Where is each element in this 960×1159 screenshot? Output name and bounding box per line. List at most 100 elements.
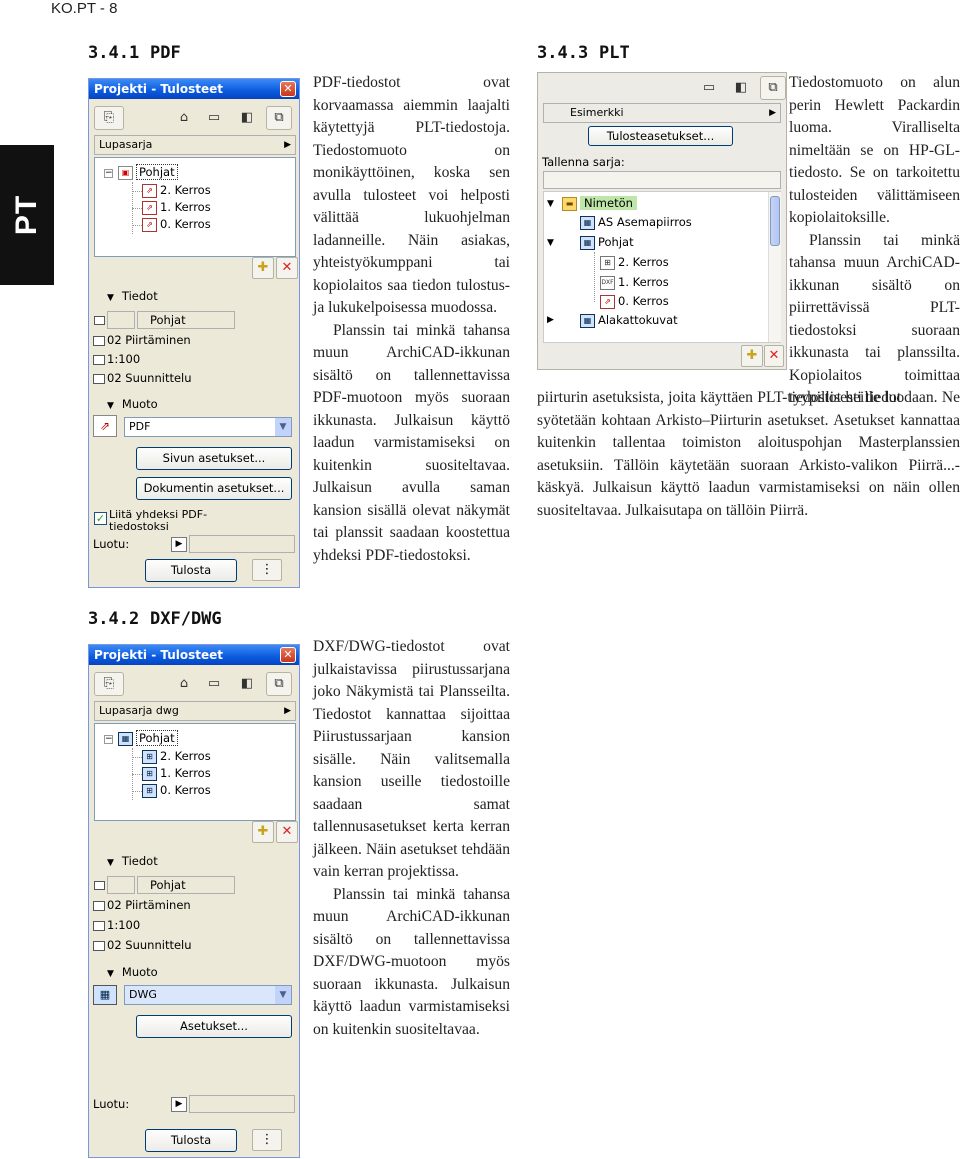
layout-icon[interactable]: ◧: [234, 106, 260, 130]
triangle-down-icon[interactable]: ▼: [547, 199, 554, 209]
collapse-icon[interactable]: −: [104, 735, 113, 744]
scale-row[interactable]: 1:100: [93, 916, 140, 934]
scrollbar-thumb[interactable]: [770, 196, 780, 246]
created-field: [189, 535, 295, 553]
tiedot-label[interactable]: ▼ Tiedot: [107, 289, 158, 303]
plt-section-text-bottom: piirturin asetuksista, joita käyttäen PL…: [537, 387, 960, 522]
tree-item[interactable]: ▦ AS Asemapiirros: [580, 214, 692, 231]
tiedot-label[interactable]: ▼ Tiedot: [107, 854, 158, 868]
document-setup-button[interactable]: Dokumentin asetukset...: [136, 477, 292, 500]
folder-icon[interactable]: ▭: [201, 672, 227, 696]
tree-item[interactable]: ⇗ 2. Kerros: [142, 182, 211, 199]
tree-item-root[interactable]: ▣ Pohjat: [118, 164, 178, 181]
print-setup-button[interactable]: Tulosteasetukset...: [588, 126, 733, 146]
plt-section-number: 3.4.3: [537, 43, 589, 63]
tree-item[interactable]: ⊞ 0. Kerros: [142, 782, 211, 799]
layer-row[interactable]: 02 Piirtäminen: [93, 331, 191, 349]
merge-checkbox[interactable]: ✓: [94, 512, 107, 525]
publisher-set-dropdown[interactable]: Lupasarja dwg ▶: [94, 701, 296, 721]
play-icon[interactable]: ▶: [171, 537, 187, 552]
model-view-icon: [93, 940, 105, 951]
id-field[interactable]: [107, 876, 135, 894]
triangle-right-icon: ▶: [284, 140, 291, 150]
setup-button[interactable]: Asetukset...: [136, 1015, 292, 1038]
publish-button[interactable]: Tulosta: [145, 559, 237, 582]
publisher-icon[interactable]: ⧉: [266, 106, 292, 130]
publisher-set-dropdown[interactable]: Lupasarja ▶: [94, 135, 296, 155]
tree-item[interactable]: ⊞ 1. Kerros: [142, 765, 211, 782]
tree-item[interactable]: ▦ Alakattokuvat: [580, 312, 678, 329]
id-field[interactable]: [107, 311, 135, 329]
close-icon[interactable]: ✕: [280, 81, 296, 97]
tree-item-root[interactable]: ▬ Nimetön: [562, 195, 637, 212]
pdf-file-icon: ⇗: [142, 183, 157, 198]
tree-item[interactable]: ⊞ 2. Kerros: [142, 748, 211, 765]
folder-icon[interactable]: ▭: [201, 106, 227, 130]
triangle-right-icon[interactable]: ▶: [547, 315, 554, 325]
page-header: KO.PT - 8: [51, 0, 118, 17]
dxf-paragraph-2: Planssin tai minkä tahansa muun ArchiCAD…: [313, 885, 510, 1038]
plt-publisher-window: ▭ ◧ ⧉ Esimerkki ▶ Tulosteasetukset... Ta…: [537, 72, 787, 370]
layout-icon[interactable]: ◧: [728, 76, 754, 100]
name-icon: [94, 316, 105, 325]
tree-item[interactable]: ⇗ 0. Kerros: [600, 293, 669, 310]
tree-item-label: AS Asemapiirros: [598, 215, 692, 229]
layout-icon[interactable]: ◧: [234, 672, 260, 696]
chevron-down-icon: ▼: [275, 986, 291, 1004]
play-icon[interactable]: ▶: [171, 1097, 187, 1112]
home-icon[interactable]: ⌂: [171, 106, 197, 130]
publish-button[interactable]: Tulosta: [145, 1129, 237, 1152]
options-menu-icon[interactable]: ⋮: [252, 1129, 282, 1151]
delete-icon[interactable]: ✕: [764, 345, 784, 367]
name-field[interactable]: Pohjat: [137, 311, 235, 329]
folder-icon[interactable]: ▭: [696, 76, 722, 100]
close-icon[interactable]: ✕: [280, 647, 296, 663]
pdf-paragraph-1: PDF-tiedostot ovat korvaamassa aiemmin l…: [313, 74, 510, 316]
page-setup-button[interactable]: Sivun asetukset...: [136, 447, 292, 470]
format-dropdown[interactable]: PDF ▼: [124, 417, 292, 437]
pdf-paragraph-2: Planssin tai minkä tahansa muun ArchiCAD…: [313, 321, 510, 564]
model-row[interactable]: 02 Suunnittelu: [93, 936, 192, 954]
triangle-down-icon[interactable]: ▼: [547, 238, 554, 248]
tree-item[interactable]: DXF 1. Kerros: [600, 274, 669, 291]
publisher-icon[interactable]: ⧉: [760, 76, 786, 100]
delete-icon[interactable]: ✕: [276, 257, 298, 279]
layer-row[interactable]: 02 Piirtäminen: [93, 896, 191, 914]
new-folder-icon[interactable]: ✚: [252, 821, 274, 843]
tree-item[interactable]: ▦ Pohjat: [580, 234, 634, 251]
publish-menu-icon[interactable]: ⎘: [94, 672, 124, 696]
example-dropdown[interactable]: Esimerkki ▶: [543, 103, 781, 123]
pdf-section-text: PDF-tiedostot ovat korvaamassa aiemmin l…: [313, 72, 510, 567]
pdf-publisher-window: Projekti - Tulosteet ✕ ⎘ ⌂ ▭ ◧ ⧉ Lupasar…: [88, 78, 300, 588]
plt-tree-scrollbar[interactable]: [768, 192, 781, 342]
tree-item[interactable]: ⇗ 1. Kerros: [142, 199, 211, 216]
model-row[interactable]: 02 Suunnittelu: [93, 369, 192, 387]
scale-row[interactable]: 1:100: [93, 350, 140, 368]
created-label: Luotu:: [93, 537, 130, 551]
delete-icon[interactable]: ✕: [276, 821, 298, 843]
dxf-section-number: 3.4.2: [88, 609, 140, 629]
collapse-icon[interactable]: −: [104, 169, 113, 178]
ceiling-plan-icon: ▦: [580, 313, 595, 328]
new-folder-icon[interactable]: ✚: [741, 345, 763, 367]
tree-item-root[interactable]: ▦ Pohjat: [118, 730, 178, 747]
plt-file-icon: ⊞: [600, 255, 615, 270]
muoto-label[interactable]: ▼ Muoto: [107, 965, 158, 979]
save-set-field[interactable]: [543, 171, 781, 189]
pdf-tree: − ▣ Pohjat ⇗ 2. Kerros ⇗ 1. Kerros ⇗ 0. Kerr…: [94, 157, 296, 257]
name-icon: [94, 881, 105, 890]
tree-item[interactable]: ⇗ 0. Kerros: [142, 216, 211, 233]
name-field[interactable]: Pohjat: [137, 876, 235, 894]
tree-item-label: 1. Kerros: [160, 200, 211, 214]
muoto-label[interactable]: ▼ Muoto: [107, 397, 158, 411]
new-folder-icon[interactable]: ✚: [252, 257, 274, 279]
options-menu-icon[interactable]: ⋮: [252, 559, 282, 581]
chevron-down-icon: ▼: [275, 418, 291, 436]
publisher-icon[interactable]: ⧉: [266, 672, 292, 696]
format-dropdown[interactable]: DWG ▼: [124, 985, 292, 1005]
home-icon[interactable]: ⌂: [171, 672, 197, 696]
tree-item-label: 0. Kerros: [618, 294, 669, 308]
tree-item[interactable]: ⊞ 2. Kerros: [600, 254, 669, 271]
tree-line: [132, 208, 142, 209]
publish-menu-icon[interactable]: ⎘: [94, 106, 124, 130]
